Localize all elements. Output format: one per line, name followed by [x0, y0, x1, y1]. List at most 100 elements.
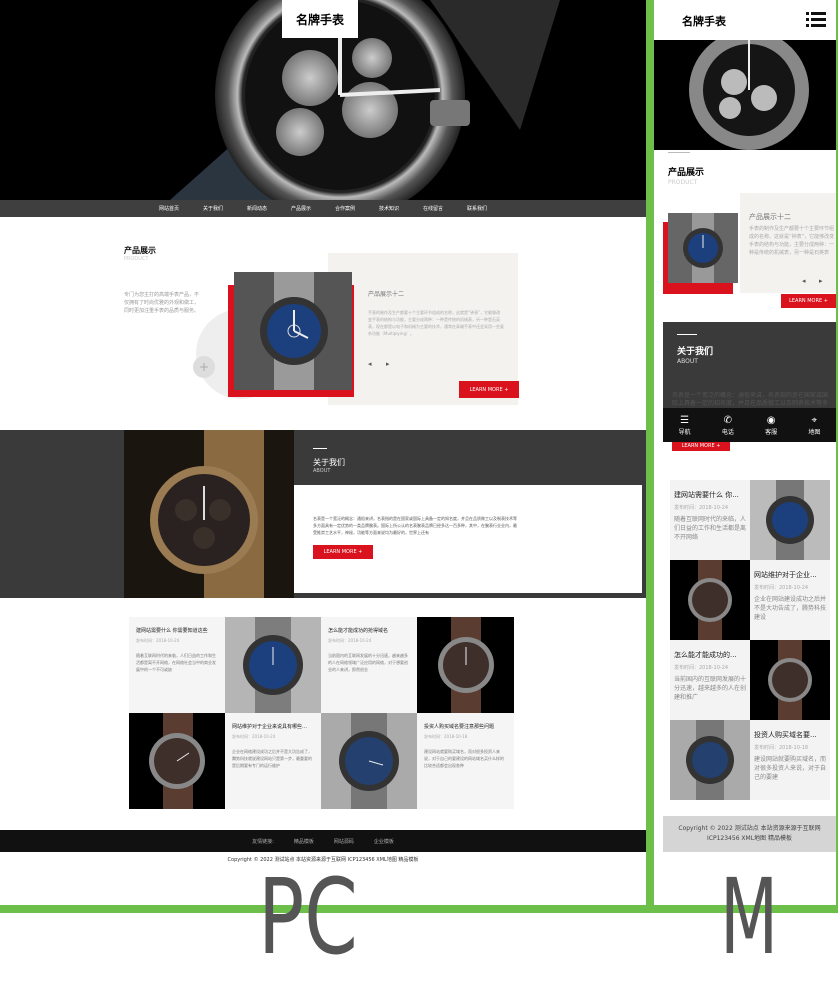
nav-item-about[interactable]: 关于我们: [191, 205, 235, 212]
news-title[interactable]: 网站维护对于企业...: [754, 570, 826, 580]
product-title: 产品展示: [124, 246, 156, 255]
mobile-news-image[interactable]: [750, 640, 830, 720]
mobile-product-learn-more-button[interactable]: LEARN MORE +: [781, 294, 836, 308]
mobile-news-card[interactable]: 投资人购买域名要... 发布时间：2018-10-18 建设网站就要购买域名，而…: [750, 720, 830, 800]
news-desc: 当前国内的互联网发展的十分迅速，越来越多的人在创建和推广: [674, 676, 746, 701]
mobile-news-card[interactable]: 怎么能才能成功的... 发布时间：2018-10-24 当前国内的互联网发展的十…: [670, 640, 750, 720]
news-desc: 企业在网络建设成功之后并不是大功告成了，腾势科技就说建设网站只是第一步，最重要的…: [232, 749, 312, 768]
mobile-product-image[interactable]: [668, 213, 738, 283]
mobile-about-text: 名表是一个宽泛的概念：通俗来讲，名表指的是在国家或国际上具备一定的知名度，并且在…: [672, 392, 829, 407]
about-title: 关于我们: [313, 458, 345, 467]
mobile-news-card[interactable]: 建网站需要什么 你... 发布时间：2018-10-24 随着互联网时代的来临，…: [670, 480, 750, 560]
product-item-title[interactable]: 产品展示十二: [368, 289, 404, 298]
pc-label: PC: [258, 856, 358, 978]
news-desc: 建设网站就要购买域名，而对很多投资人来说，对于自己的要建: [754, 756, 826, 781]
product-learn-more-button[interactable]: LEARN MORE +: [459, 381, 519, 398]
bottom-nav-phone[interactable]: ✆ 电话: [722, 415, 734, 436]
product-subtitle: PRODUCT: [124, 256, 149, 262]
mobile-about-subtitle: ABOUT: [677, 358, 698, 365]
pc-product-section: 产品展示 PRODUCT 专门为您主打的高端手表产品，不仅拥有了时尚优雅的外观和…: [0, 217, 646, 429]
mobile-product-title: 产品展示: [668, 168, 705, 178]
news-title[interactable]: 怎么能才能成功的抢得域名: [328, 627, 410, 634]
news-desc: 建设网站就要购买域名，而对很多投资人来说，对于自己的要建设的网站域名买什么样的比…: [424, 749, 504, 768]
news-image[interactable]: [129, 713, 225, 809]
prev-arrow-icon[interactable]: ◂: [368, 360, 372, 368]
news-date: 发布时间：2018-10-24: [232, 734, 276, 739]
news-card[interactable]: 网站维护对于企业来说具有哪些… 发布时间：2018-10-24 企业在网络建设成…: [225, 713, 321, 809]
news-desc: 企业在网站建设成功之后并不是大功告成了，腾势科技建设: [754, 596, 826, 621]
about-learn-more-button[interactable]: LEARN MORE +: [313, 545, 373, 559]
pc-main-nav: 网站首页 关于我们 新闻动态 产品展示 合作案例 技术知识 在线留言 联系我们: [0, 200, 646, 217]
news-title[interactable]: 投资人购买域名要注意那些问题: [424, 723, 507, 730]
prev-arrow-icon[interactable]: ◂: [802, 277, 806, 285]
next-arrow-icon[interactable]: ▸: [819, 277, 823, 285]
comparison-canvas: 名牌手表 网站首页 关于我们 新闻动态 产品展示 合作案例 技术知识 在线留言 …: [0, 0, 838, 981]
horizontal-divider: [0, 905, 838, 913]
mobile-bottom-nav: ☰ 导航 ✆ 电话 ◉ 客服 ⌖ 地图: [663, 408, 836, 442]
pc-logo[interactable]: 名牌手表: [282, 0, 358, 38]
nav-item-cases[interactable]: 合作案例: [323, 205, 367, 212]
about-subtitle: ABOUT: [313, 468, 331, 474]
plus-icon[interactable]: +: [193, 356, 215, 378]
bottom-nav-service[interactable]: ◉ 客服: [765, 415, 777, 436]
nav-item-home[interactable]: 网站首页: [147, 205, 191, 212]
mobile-product-item-desc: 手表的制作及生产都要十个主要环节组成的名称。这就是“钟表”，它能够改变手表的结构…: [749, 226, 835, 256]
about-text: 名表是一个宽泛的概念：通俗来讲，名表指的是在国家或国际上具备一定的知名度，并且在…: [313, 516, 517, 535]
next-arrow-icon[interactable]: ▸: [386, 360, 390, 368]
news-image[interactable]: [225, 617, 321, 713]
news-date: 发布时间：2018-10-24: [674, 505, 729, 511]
bottom-nav-map[interactable]: ⌖ 地图: [808, 415, 820, 436]
news-desc: 随着互联网时代的来临，人们日益的工作和生活都是离不开网络: [674, 516, 746, 541]
nav-item-contact[interactable]: 联系我们: [455, 205, 499, 212]
news-card[interactable]: 建网站需要什么 你需要知道这些 发布时间：2018-10-24 随着互联网时代的…: [129, 617, 225, 713]
mobile-news-card[interactable]: 网站维护对于企业... 发布时间：2018-10-24 企业在网站建设成功之后并…: [750, 560, 830, 640]
mobile-logo[interactable]: 名牌手表: [682, 13, 726, 29]
bottom-nav-label: 导航: [678, 428, 691, 436]
bottom-nav-menu[interactable]: ☰ 导航: [679, 415, 691, 436]
mobile-news-image[interactable]: [670, 560, 750, 640]
bottom-nav-label: 客服: [765, 428, 778, 436]
product-intro: 专门为您主打的高端手表产品，不仅拥有了时尚优雅的外观和做工，同时更加注重手表的品…: [124, 292, 200, 314]
mobile-copyright: Copyright © 2022 测试站点 本站资源来源于互联网 ICP1234…: [663, 816, 836, 852]
news-desc: 随着互联网时代的来临，人们日益的工作和生活都是离不开网络，在网络社会当中的商业发…: [136, 653, 216, 672]
pc-preview: 名牌手表 网站首页 关于我们 新闻动态 产品展示 合作案例 技术知识 在线留言 …: [0, 0, 646, 905]
menu-icon[interactable]: [806, 11, 826, 27]
news-title[interactable]: 建网站需要什么 你...: [674, 490, 746, 500]
nav-item-products[interactable]: 产品展示: [279, 205, 323, 212]
news-desc: 当前国内的互联网发展的十分迅速，越来越多的人在网络领域广泛应用的网络，对于想要创…: [328, 653, 408, 672]
about-title-line: [677, 334, 697, 335]
bottom-nav-label: 地图: [808, 428, 821, 436]
chat-icon: ◉: [766, 414, 776, 426]
news-title[interactable]: 投资人购买域名要...: [754, 730, 826, 740]
footer-link[interactable]: 企业模板: [364, 838, 404, 845]
product-image[interactable]: [234, 272, 352, 390]
mobile-product-item-title[interactable]: 产品展示十二: [749, 212, 791, 222]
footer-link[interactable]: 网站源码: [324, 838, 364, 845]
news-title[interactable]: 怎么能才能成功的...: [674, 650, 746, 660]
mobile-header: 名牌手表: [654, 0, 836, 40]
list-icon: ☰: [680, 414, 690, 426]
mobile-news-image[interactable]: [670, 720, 750, 800]
news-date: 发布时间：2018-10-18: [754, 745, 809, 751]
news-image[interactable]: [321, 713, 417, 809]
mobile-label: M: [720, 856, 779, 978]
product-title-line: [668, 152, 690, 153]
news-title[interactable]: 网站维护对于企业来说具有哪些…: [232, 723, 314, 730]
footer-link[interactable]: 精品模板: [284, 838, 324, 845]
mobile-news-image[interactable]: [750, 480, 830, 560]
news-image[interactable]: [417, 617, 514, 713]
news-date: 发布时间：2018-10-24: [136, 638, 180, 643]
pc-news-section: 建网站需要什么 你需要知道这些 发布时间：2018-10-24 随着互联网时代的…: [0, 598, 646, 830]
news-card[interactable]: 投资人购买域名要注意那些问题 发布时间：2018-10-18 建设网站就要购买域…: [417, 713, 514, 809]
news-card[interactable]: 怎么能才能成功的抢得域名 发布时间：2018-10-24 当前国内的互联网发展的…: [321, 617, 417, 713]
pc-about-section: 关于我们 ABOUT 名表是一个宽泛的概念：通俗来讲，名表指的是在国家或国际上具…: [0, 430, 646, 598]
news-title[interactable]: 建网站需要什么 你需要知道这些: [136, 627, 218, 634]
vertical-divider: [646, 0, 654, 912]
nav-item-tech[interactable]: 技术知识: [367, 205, 411, 212]
hero-banner: 名牌手表: [0, 0, 646, 200]
about-title-line: [313, 448, 327, 449]
nav-item-news[interactable]: 新闻动态: [235, 205, 279, 212]
product-item-desc: 手表的制作及生产都要十个主要环节组成的名称。这就是“钟表”，它能够改变手表的结构…: [368, 310, 504, 336]
map-pin-icon: ⌖: [811, 414, 818, 426]
nav-item-message[interactable]: 在线留言: [411, 205, 455, 212]
